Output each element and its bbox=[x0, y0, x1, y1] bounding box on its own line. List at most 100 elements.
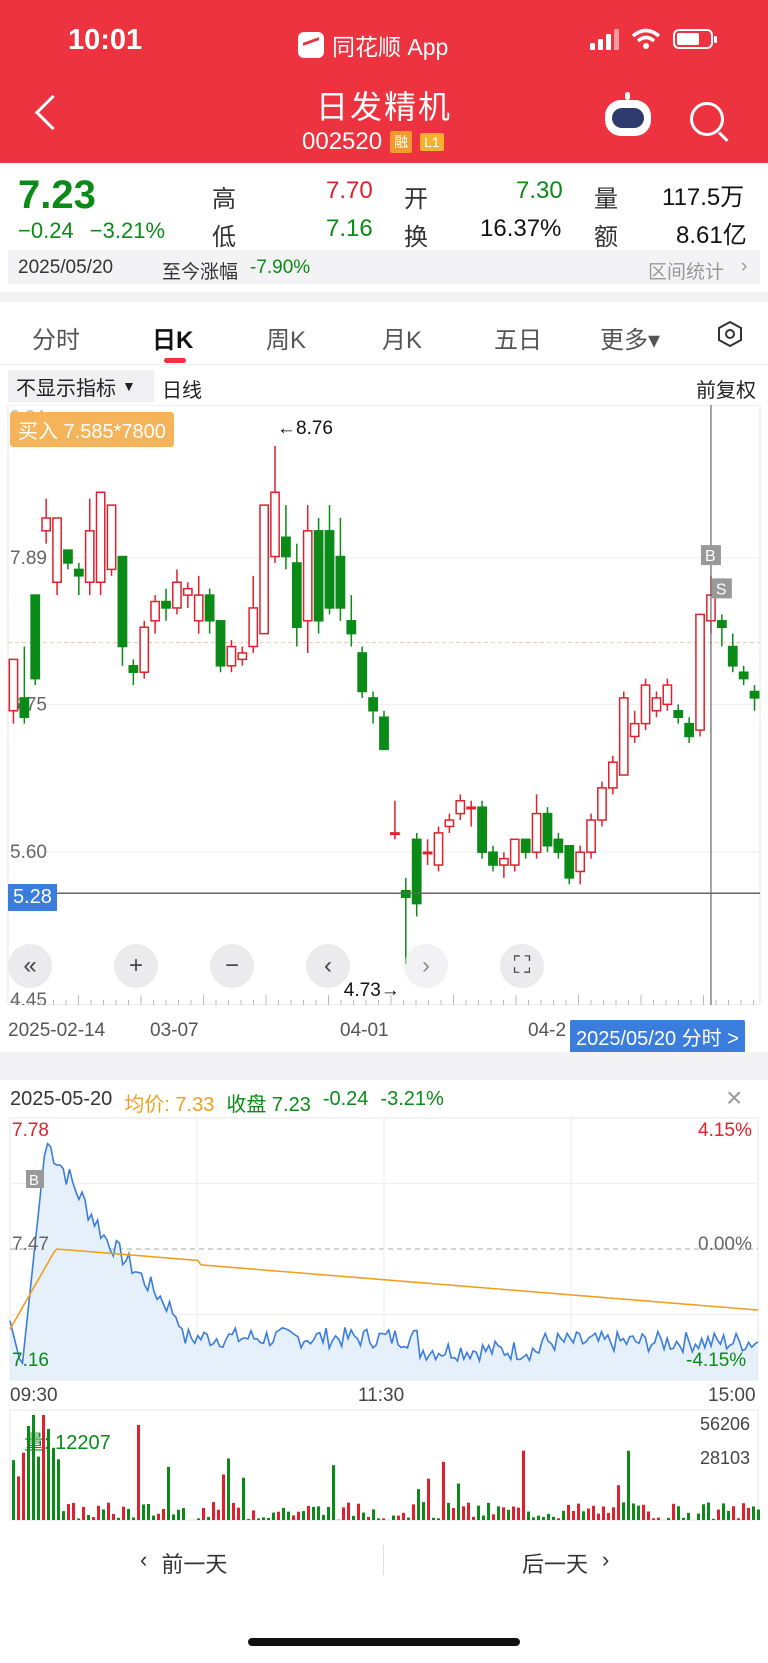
volume-bar bbox=[342, 1507, 345, 1520]
intraday-chart[interactable]: B bbox=[0, 1115, 768, 1525]
volume-bar bbox=[282, 1507, 285, 1520]
chevron-right-icon: › bbox=[741, 256, 748, 277]
volume-frame bbox=[9, 1409, 759, 1521]
candle-body bbox=[335, 555, 346, 609]
status-app[interactable]: 同花顺 App bbox=[298, 28, 448, 62]
volume-bar bbox=[357, 1503, 360, 1520]
indicator-dropdown-label: 不显示指标 bbox=[16, 377, 116, 400]
hexagon-settings-icon[interactable] bbox=[716, 320, 744, 348]
volume-bar bbox=[372, 1509, 375, 1520]
volume-bar bbox=[627, 1450, 630, 1520]
volume-bar bbox=[107, 1502, 110, 1520]
volume-bar bbox=[352, 1515, 355, 1520]
intraday-pct: -3.21% bbox=[380, 1088, 444, 1110]
volume-bar bbox=[617, 1485, 620, 1520]
search-icon[interactable] bbox=[690, 102, 724, 136]
volume-bar bbox=[247, 1518, 250, 1520]
range-stats-link[interactable]: 区间统计 bbox=[648, 257, 724, 284]
close-icon[interactable]: × bbox=[726, 1082, 742, 1114]
volume-bar bbox=[137, 1425, 140, 1520]
kline-chart[interactable]: 9.047.896.755.604.45←8.764.73→BS bbox=[0, 405, 768, 1005]
volume-bar bbox=[467, 1502, 470, 1520]
tab-intraday[interactable]: 分时 bbox=[32, 320, 80, 355]
candle-body bbox=[150, 600, 161, 622]
marker-b-label: B bbox=[705, 548, 716, 565]
candle-body bbox=[117, 555, 128, 648]
next-day-button[interactable]: 后一天 › bbox=[522, 1547, 609, 1579]
volume-bar bbox=[332, 1465, 335, 1520]
candle-body bbox=[30, 594, 41, 680]
volume-bar bbox=[612, 1507, 615, 1520]
tab-daily-k[interactable]: 日K bbox=[152, 320, 193, 355]
marker-s-label: S bbox=[716, 581, 727, 598]
candle-body bbox=[422, 851, 433, 855]
candle-body bbox=[182, 587, 193, 596]
candle-body bbox=[651, 697, 662, 712]
candle-body bbox=[477, 806, 487, 853]
day-navigation: ‹ 前一天 后一天 › bbox=[0, 1535, 768, 1585]
indicator-dropdown[interactable]: 不显示指标 ▼ bbox=[8, 370, 154, 402]
volume-bar bbox=[472, 1516, 475, 1520]
wifi-icon bbox=[631, 28, 661, 49]
robot-assistant-icon[interactable] bbox=[605, 92, 651, 136]
caret-down-icon: ▼ bbox=[122, 378, 136, 394]
candle-body bbox=[390, 832, 400, 836]
scroll-right-button[interactable]: › bbox=[404, 944, 448, 988]
volume-bar bbox=[457, 1483, 460, 1520]
scroll-left-button[interactable]: ‹ bbox=[306, 944, 350, 988]
intraday-marker-b-label: B bbox=[29, 1172, 39, 1189]
tab-weekly-k[interactable]: 周K bbox=[266, 320, 306, 355]
volume-bar bbox=[277, 1511, 280, 1520]
volume-bar bbox=[367, 1516, 370, 1520]
range-bar[interactable]: 2025/05/20 至今涨幅 -7.90% 区间统计 › bbox=[8, 250, 760, 284]
tab-five-day[interactable]: 五日 bbox=[494, 320, 542, 355]
candle-body bbox=[379, 716, 389, 751]
candle-body bbox=[270, 491, 280, 558]
volume-bar bbox=[122, 1506, 125, 1520]
candle-body bbox=[607, 761, 618, 789]
volume-bar bbox=[302, 1511, 305, 1520]
volume-bar bbox=[237, 1507, 240, 1520]
change-percent: −3.21% bbox=[89, 218, 166, 243]
volume-value: 117.5万 bbox=[662, 184, 745, 211]
adjust-mode-button[interactable]: 前复权 bbox=[696, 374, 756, 403]
volume-bar bbox=[152, 1515, 155, 1520]
volume-bar bbox=[37, 1456, 40, 1520]
intraday-close: 收盘 7.23 bbox=[226, 1094, 311, 1116]
amount-value: 8.61亿 bbox=[676, 222, 747, 249]
candle-body bbox=[357, 652, 368, 693]
fullscreen-button[interactable]: ⛶ bbox=[500, 944, 544, 988]
x-label-start: 2025-02-14 bbox=[8, 1020, 106, 1041]
candle-body bbox=[172, 581, 182, 609]
candle-body bbox=[368, 697, 378, 712]
level1-badge: L1 bbox=[420, 133, 444, 151]
volume-bar bbox=[87, 1515, 90, 1520]
candle-body bbox=[19, 697, 30, 718]
tab-more[interactable]: 更多▾ bbox=[600, 320, 660, 355]
volume-bar bbox=[57, 1459, 60, 1520]
stock-name: 日发精机 bbox=[315, 89, 452, 125]
candle-body bbox=[629, 722, 640, 738]
zoom-out-button[interactable]: − bbox=[210, 944, 254, 988]
candle-body bbox=[498, 857, 509, 866]
volume-bar bbox=[482, 1515, 485, 1520]
volume-bar bbox=[112, 1513, 115, 1520]
volume-bar bbox=[222, 1474, 225, 1520]
volume-bar bbox=[257, 1518, 260, 1520]
volume-bar bbox=[162, 1508, 165, 1520]
date-tag-link[interactable]: 2025/05/20 分时 > bbox=[570, 1020, 745, 1053]
zoom-in-button[interactable]: + bbox=[114, 944, 158, 988]
active-tab-indicator bbox=[164, 358, 186, 363]
volume-bar bbox=[517, 1507, 520, 1520]
volume-bar bbox=[687, 1512, 690, 1520]
volume-bar bbox=[117, 1517, 120, 1520]
candle-body bbox=[673, 710, 684, 718]
tab-monthly-k[interactable]: 月K bbox=[382, 320, 422, 355]
prev-day-button[interactable]: ‹ 前一天 bbox=[140, 1547, 227, 1579]
candle-body bbox=[695, 613, 705, 731]
scroll-start-button[interactable]: « bbox=[8, 944, 52, 988]
volume-bar bbox=[452, 1508, 455, 1520]
time-start: 09:30 bbox=[10, 1385, 58, 1406]
candle-body bbox=[553, 838, 564, 853]
volume-bar bbox=[172, 1514, 175, 1520]
